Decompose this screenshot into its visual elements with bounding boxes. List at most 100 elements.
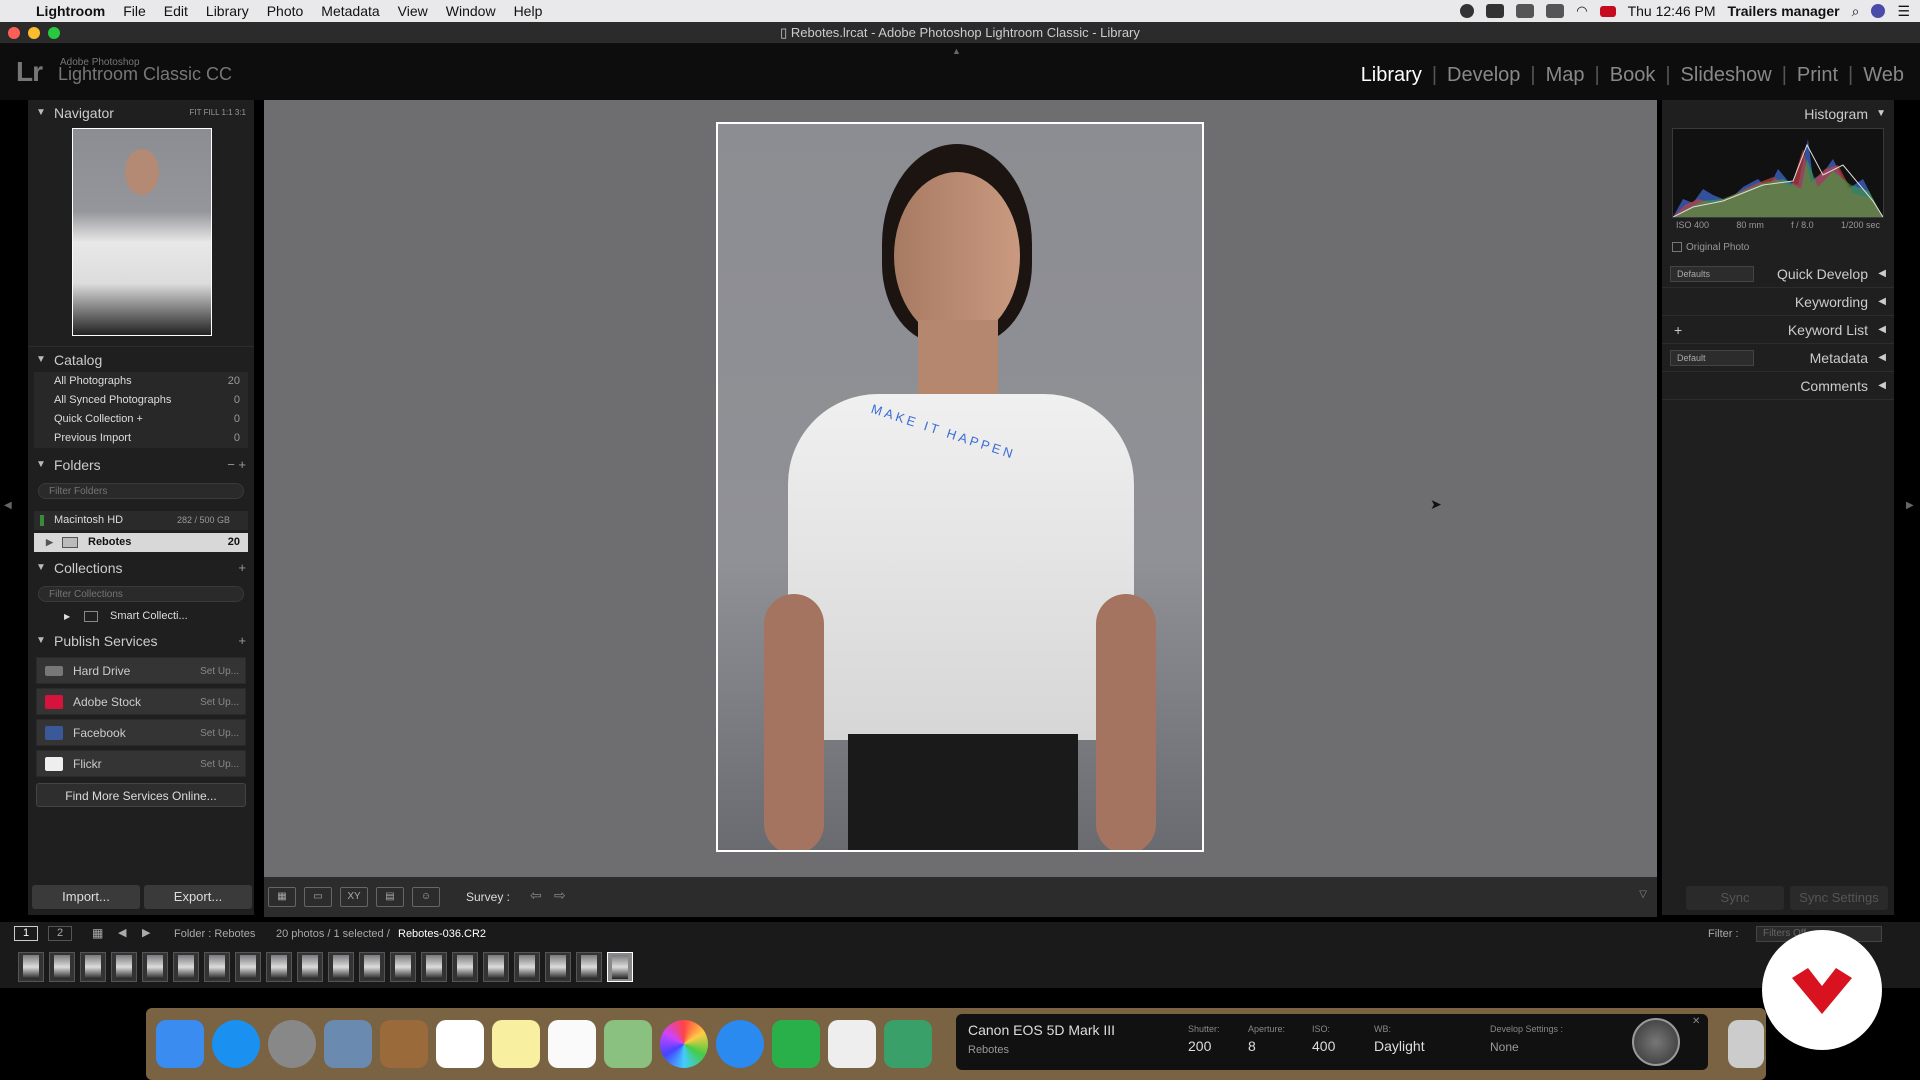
sync-button[interactable]: Sync [1686,886,1784,910]
facetime-icon[interactable] [772,1020,820,1068]
main-photo-frame[interactable]: MAKE IT HAPPEN [716,122,1204,852]
filmstrip-thumbnail[interactable] [18,952,44,982]
notes-icon[interactable] [492,1020,540,1068]
filmstrip-thumbnail[interactable] [421,952,447,982]
filmstrip-thumbnail[interactable] [607,952,633,982]
people-view-icon[interactable]: ☺ [412,887,440,907]
filmstrip-thumbnail[interactable] [235,952,261,982]
filmstrip-selected-file[interactable]: Rebotes-036.CR2 [398,928,486,940]
menu-view[interactable]: View [398,3,428,19]
catalog-header[interactable]: ▼ Catalog [28,346,254,372]
record-icon[interactable] [1460,4,1475,18]
catalog-all-synced[interactable]: All Synced Photographs 0 [34,391,248,410]
menu-app[interactable]: Lightroom [36,3,105,19]
filmstrip-thumbnail[interactable] [142,952,168,982]
siri-icon[interactable] [1871,4,1886,18]
menu-help[interactable]: Help [514,3,543,19]
close-window-button[interactable] [8,27,20,39]
disclosure-icon[interactable]: ▶ [64,607,70,626]
module-book[interactable]: Book [1604,64,1662,87]
filter-collections-input[interactable] [38,586,244,602]
toolbar-options-icon[interactable]: ▽ [1639,889,1647,900]
publish-flickr[interactable]: Flickr Set Up... [36,750,246,777]
menu-metadata[interactable]: Metadata [321,3,379,19]
notification-center-icon[interactable]: ☰ [1897,3,1910,20]
navigator-header[interactable]: ▼ Navigator FIT FILL 1:1 3:1 [28,100,254,126]
keywording-header[interactable]: Keywording ◀ [1662,288,1894,316]
display-1-button[interactable]: 1 [14,926,38,941]
calendar-icon[interactable] [436,1020,484,1068]
forward-icon[interactable]: ▶ [142,926,150,939]
catalog-quick-collection[interactable]: Quick Collection +0 [34,410,248,429]
flag-icon[interactable] [1599,5,1616,17]
folder-rebotes[interactable]: ▶ Rebotes 20 [34,533,248,552]
user-name[interactable]: Trailers manager [1728,3,1840,19]
keyword-list-header[interactable]: + Keyword List ◀ [1662,316,1894,344]
histogram[interactable] [1672,128,1884,218]
messages-icon[interactable] [716,1020,764,1068]
filmstrip-thumbnail[interactable] [204,952,230,982]
catalog-previous-import[interactable]: Previous Import 0 [34,429,248,448]
filmstrip-thumbnail[interactable] [266,952,292,982]
add-keyword-icon[interactable]: + [1674,316,1682,344]
reminders-icon[interactable] [548,1020,596,1068]
left-panel-toggle-icon[interactable]: ◀ [4,500,12,511]
filmstrip-thumbnail[interactable] [173,952,199,982]
prev-photo-icon[interactable]: ⇦ [530,887,542,904]
filmstrip-thumbnail[interactable] [80,952,106,982]
navigator-zoom-options[interactable]: FIT FILL 1:1 3:1 [190,100,246,126]
filter-folders-input[interactable] [38,483,244,499]
menu-file[interactable]: File [123,3,146,19]
comments-header[interactable]: Comments ◀ [1662,372,1894,400]
trash-icon[interactable] [1728,1020,1764,1068]
navigator-preview[interactable] [72,128,212,336]
export-button[interactable]: Export... [144,885,252,909]
camera-model[interactable]: Canon EOS 5D Mark III [968,1022,1115,1038]
grid-icon[interactable]: ▦ [92,926,103,940]
folders-add-remove[interactable]: − + [227,452,246,478]
filmstrip-thumbnail[interactable] [297,952,323,982]
launchpad-icon[interactable] [268,1020,316,1068]
filmstrip-thumbnail[interactable] [328,952,354,982]
folders-header[interactable]: ▼ Folders − + [28,452,254,478]
minimize-window-button[interactable] [28,27,40,39]
filmstrip-thumbnail[interactable] [452,952,478,982]
module-print[interactable]: Print [1791,64,1844,87]
survey-view-icon[interactable]: ▤ [376,887,404,907]
textedit-icon[interactable] [828,1020,876,1068]
publish-services-header[interactable]: ▼ Publish Services + [28,628,254,654]
filmstrip-thumbnail[interactable] [359,952,385,982]
numbers-icon[interactable] [884,1020,932,1068]
compare-view-icon[interactable]: XY [340,887,368,907]
top-panel-toggle-icon[interactable]: ▲ [952,46,961,56]
iso-value[interactable]: 400 [1312,1038,1335,1054]
preview-icon[interactable] [324,1020,372,1068]
metadata-preset-select[interactable]: Default [1670,350,1754,366]
develop-settings-value[interactable]: None [1490,1040,1519,1054]
filmstrip-thumbnail[interactable] [483,952,509,982]
spotlight-icon[interactable]: ⌕ [1852,3,1860,20]
display-2-button[interactable]: 2 [48,926,72,941]
filmstrip-source[interactable]: Folder : Rebotes [174,928,255,940]
maps-icon[interactable] [604,1020,652,1068]
publish-adobe-stock[interactable]: Adobe Stock Set Up... [36,688,246,715]
original-photo-checkbox[interactable]: Original Photo [1672,242,1749,253]
dropbox-icon[interactable] [1516,4,1535,18]
wifi-icon[interactable]: ◠ [1576,3,1587,19]
filmstrip-thumbnail[interactable] [514,952,540,982]
publish-hard-drive[interactable]: Hard Drive Set Up... [36,657,246,684]
collections-add[interactable]: + [238,555,246,581]
airplay-icon[interactable] [1546,4,1565,18]
wb-value[interactable]: Daylight [1374,1038,1425,1054]
collections-header[interactable]: ▼ Collections + [28,555,254,581]
clock[interactable]: Thu 12:46 PM [1628,3,1716,19]
module-library[interactable]: Library [1355,64,1428,87]
module-map[interactable]: Map [1540,64,1591,87]
publish-facebook[interactable]: Facebook Set Up... [36,719,246,746]
next-photo-icon[interactable]: ⇨ [554,887,566,904]
menu-window[interactable]: Window [446,3,496,19]
module-web[interactable]: Web [1857,64,1910,87]
capture-button[interactable] [1632,1018,1680,1066]
aperture-value[interactable]: 8 [1248,1038,1256,1054]
find-more-services-button[interactable]: Find More Services Online... [36,783,246,807]
